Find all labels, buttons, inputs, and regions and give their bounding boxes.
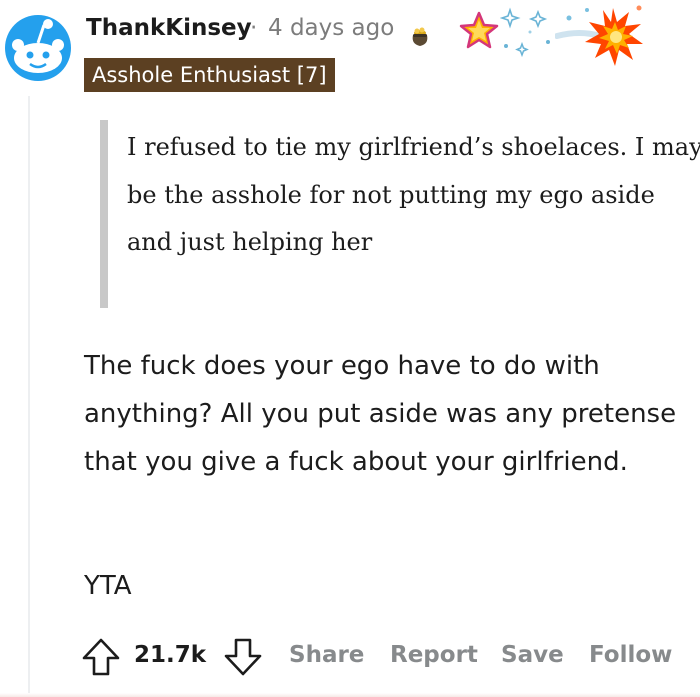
downvote-arrow-icon[interactable] xyxy=(222,636,264,678)
bottom-edge-shade xyxy=(0,693,700,697)
explosion-award-icon[interactable] xyxy=(555,0,645,70)
thread-line[interactable] xyxy=(28,96,30,697)
meta-separator: · xyxy=(250,15,258,41)
user-flair: Asshole Enthusiast [7] xyxy=(84,58,335,92)
report-button[interactable]: Report xyxy=(390,642,478,668)
quote-bar xyxy=(100,120,108,308)
comment-verdict: YTA xyxy=(84,571,132,601)
avatar[interactable] xyxy=(2,8,74,84)
gold-pot-award-icon[interactable] xyxy=(410,26,430,48)
username[interactable]: ThankKinsey xyxy=(86,15,252,41)
quoted-text: I refused to tie my girlfriend’s shoelac… xyxy=(127,133,700,256)
comment-body: The fuck does your ego have to do with a… xyxy=(84,351,677,477)
share-button[interactable]: Share xyxy=(289,642,364,668)
upvote-arrow-icon[interactable] xyxy=(80,636,122,678)
follow-button[interactable]: Follow xyxy=(589,642,672,668)
sparkles-award-icon[interactable] xyxy=(500,2,560,62)
save-button[interactable]: Save xyxy=(501,642,564,668)
vote-score: 21.7k xyxy=(134,642,207,668)
timestamp[interactable]: 4 days ago xyxy=(268,15,394,41)
star-award-icon[interactable] xyxy=(458,10,500,52)
